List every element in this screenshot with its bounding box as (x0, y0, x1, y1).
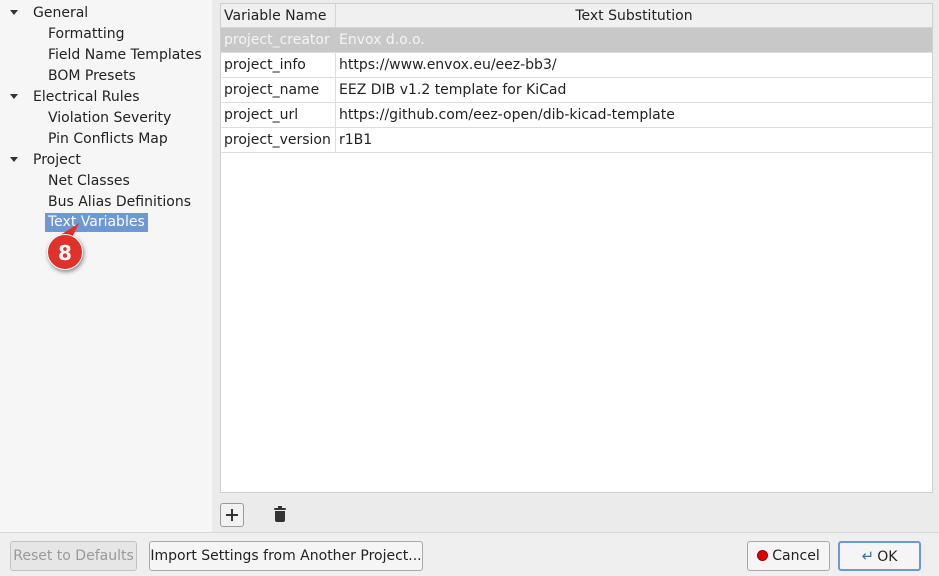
text-substitution-cell[interactable]: Envox d.o.o. (339, 28, 425, 52)
table-row[interactable]: project_info https://www.envox.eu/eez-bb… (221, 53, 932, 78)
variable-name-cell[interactable]: project_creator (221, 28, 336, 52)
reset-to-defaults-button[interactable]: Reset to Defaults (10, 541, 137, 571)
tree-item-label: Bus Alias Definitions (48, 194, 191, 210)
tree-item-label: BOM Presets (48, 68, 136, 84)
text-substitution-cell[interactable]: https://www.envox.eu/eez-bb3/ (339, 53, 557, 77)
column-header-variable-name[interactable]: Variable Name (221, 4, 336, 28)
tree-item-bom-presets[interactable]: BOM Presets (0, 66, 212, 86)
text-substitution-cell[interactable]: https://github.com/eez-open/dib-kicad-te… (339, 103, 675, 127)
table-row[interactable]: project_version r1B1 (221, 128, 932, 153)
text-variables-panel: Variable Name Text Substitution project_… (212, 0, 939, 532)
dialog-button-bar: Reset to Defaults Import Settings from A… (0, 532, 939, 576)
expand-arrow-icon[interactable] (10, 94, 18, 99)
tree-item-label: General (33, 5, 89, 21)
tree-item-field-name-templates[interactable]: Field Name Templates (0, 45, 212, 65)
variable-name-cell[interactable]: project_name (221, 78, 336, 102)
tree-item-bus-alias-definitions[interactable]: Bus Alias Definitions (0, 192, 212, 212)
tree-item-net-classes[interactable]: Net Classes (0, 171, 212, 191)
table-row[interactable]: project_name EEZ DIB v1.2 template for K… (221, 78, 932, 103)
tree-item-violation-severity[interactable]: Violation Severity (0, 108, 212, 128)
expand-arrow-icon[interactable] (10, 10, 18, 15)
tree-item-label: Project (33, 152, 81, 168)
tree-item-pin-conflicts-map[interactable]: Pin Conflicts Map (0, 129, 212, 149)
cancel-button[interactable]: Cancel (747, 541, 830, 571)
tree-item-text-variables[interactable]: Text Variables (0, 212, 212, 232)
tree-item-label: Pin Conflicts Map (48, 131, 168, 147)
ok-label: OK (877, 549, 898, 565)
step-badge: 8 (47, 234, 83, 270)
cancel-label: Cancel (772, 548, 820, 564)
text-substitution-cell[interactable]: EEZ DIB v1.2 template for KiCad (339, 78, 566, 102)
add-variable-button[interactable] (220, 503, 244, 527)
expand-arrow-icon[interactable] (10, 157, 18, 162)
tree-item-general[interactable]: General (0, 3, 212, 23)
tree-item-label: Field Name Templates (48, 47, 202, 63)
tree-item-label: Violation Severity (48, 110, 172, 126)
settings-tree: General Formatting Field Name Templates … (0, 0, 212, 532)
tree-item-label: Net Classes (48, 173, 130, 189)
tree-item-electrical-rules[interactable]: Electrical Rules (0, 87, 212, 107)
tree-item-label: Text Variables (45, 213, 148, 232)
tree-item-project[interactable]: Project (0, 150, 212, 170)
tree-item-label: Electrical Rules (33, 89, 140, 105)
column-header-text-substitution[interactable]: Text Substitution (336, 4, 932, 28)
tree-item-formatting[interactable]: Formatting (0, 24, 212, 44)
tree-item-label: Formatting (48, 26, 125, 42)
import-settings-button[interactable]: Import Settings from Another Project... (149, 541, 423, 571)
table-row[interactable]: project_creator Envox d.o.o. (221, 28, 932, 53)
variable-name-cell[interactable]: project_info (221, 53, 336, 77)
variable-name-cell[interactable]: project_version (221, 128, 336, 152)
cancel-icon (757, 550, 769, 561)
ok-button[interactable]: ↵ OK (838, 541, 921, 571)
return-arrow-icon: ↵ (861, 547, 875, 565)
table-row[interactable]: project_url https://github.com/eez-open/… (221, 103, 932, 128)
delete-variable-button[interactable] (269, 503, 293, 527)
text-substitution-cell[interactable]: r1B1 (339, 128, 372, 152)
variable-name-cell[interactable]: project_url (221, 103, 336, 127)
text-variables-grid: Variable Name Text Substitution project_… (220, 3, 933, 493)
